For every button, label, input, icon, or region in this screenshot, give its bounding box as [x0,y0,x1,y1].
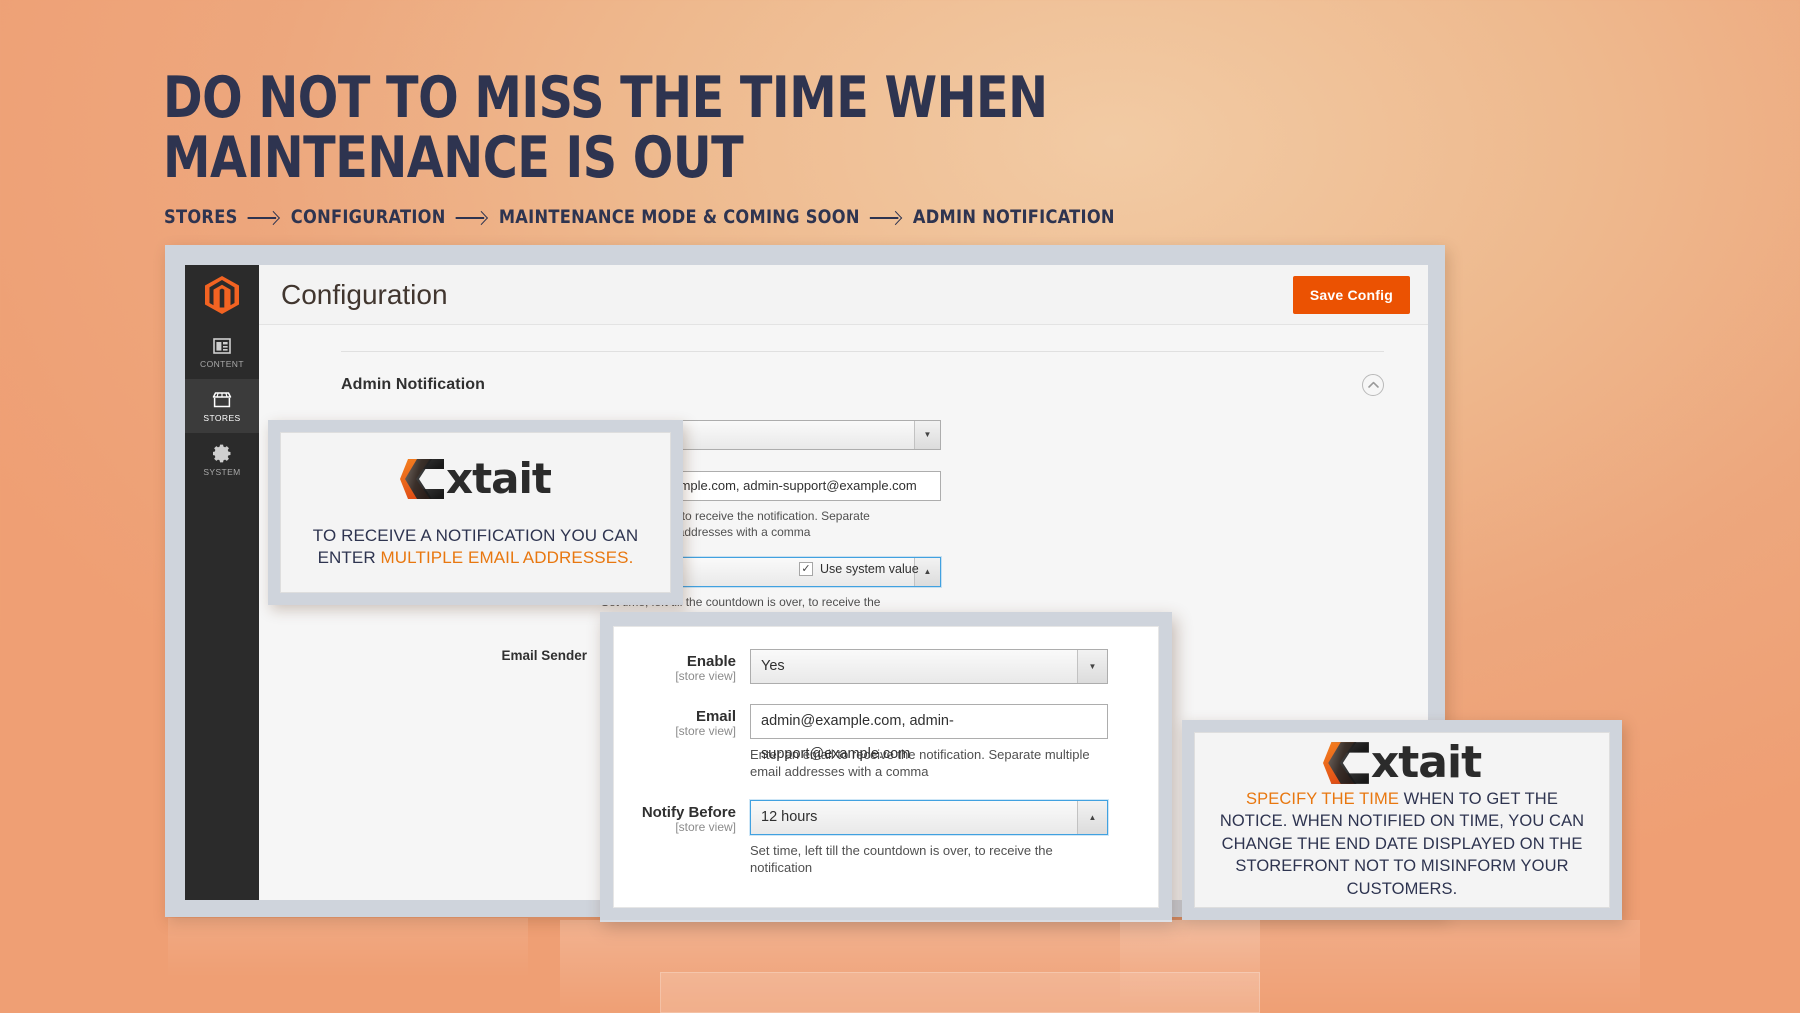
callout-text-highlight: MULTIPLE EMAIL ADDRESSES. [380,547,634,567]
label-text: Email Sender [501,648,587,663]
zoom-enable-select-value: Yes [761,658,785,674]
zoom-notify-before-select[interactable]: 12 hours ▲ [750,800,1108,835]
label-scope: [store view] [675,669,736,683]
stores-icon [211,390,233,410]
breadcrumb-item-admin-notification: ADMIN NOTIFICATION [912,206,1115,228]
arrow-right-icon [870,211,902,223]
zoom-field-wrap-notify-before: 12 hours ▲ Set time, left till the count… [750,800,1108,876]
callout-text-notify-time: SPECIFY THE TIME WHEN TO GET THE NOTICE.… [1211,788,1593,901]
chevron-down-icon[interactable]: ▼ [914,421,940,449]
chevron-down-icon[interactable]: ▼ [1077,650,1107,683]
headline-line-1: DO NOT TO MISS THE TIME WHEN [163,65,1048,131]
extait-logo: xtait [1322,736,1482,788]
section-header-admin-notification[interactable]: Admin Notification [341,351,1384,396]
extait-wordmark: xtait [1370,736,1482,788]
zoom-email-input[interactable]: admin@example.com, admin-support@example… [750,704,1108,762]
extait-mark-icon [1322,741,1369,784]
callout-text-highlight: SPECIFY THE TIME [1246,789,1399,808]
checkbox-checked-icon[interactable]: ✓ [799,562,813,576]
configuration-page-title: Configuration [281,278,448,310]
headline-line-2: MAINTENANCE IS OUT [163,125,744,191]
callout-card-email: xtait TO RECEIVE A NOTIFICATION YOU CAN … [268,420,683,605]
zoom-notify-before-value: 12 hours [761,809,818,825]
admin-topbar: Configuration Save Config [259,265,1428,325]
admin-sidebar: CONTENT STORES SYSTEM [185,265,259,900]
callout-inner: xtait TO RECEIVE A NOTIFICATION YOU CAN … [280,432,671,593]
section-title: Admin Notification [341,376,486,393]
use-system-value-notify-before[interactable]: ✓ Use system value [799,562,919,576]
sidebar-item-stores[interactable]: STORES [185,379,259,433]
chevron-up-icon[interactable]: ▲ [1077,801,1107,834]
zoom-form-row-enable: Enable [store view] Yes ▼ [620,649,1140,684]
callout-card-notify-time: xtait SPECIFY THE TIME WHEN TO GET THE N… [1182,720,1622,920]
zoomed-form-inner: Enable [store view] Yes ▼ Email [store v… [613,626,1159,908]
zoom-enable-select[interactable]: Yes ▼ [750,649,1108,684]
breadcrumb-item-configuration: CONFIGURATION [290,206,446,228]
zoom-field-label-enable: Enable [store view] [620,649,750,684]
label-scope: [store view] [675,724,736,738]
zoomed-form-area: Enable [store view] Yes ▼ Email [store v… [620,649,1140,876]
label-text: Enable [686,653,736,670]
save-config-button[interactable]: Save Config [1292,275,1410,314]
use-system-value-label: Use system value [820,562,919,576]
breadcrumb: STORES CONFIGURATION MAINTENANCE MODE & … [164,206,1115,228]
magento-logo-icon[interactable] [185,265,259,325]
zoom-form-row-email: Email [store view] admin@example.com, ad… [620,704,1140,780]
sidebar-item-label: STORES [203,412,241,423]
label-scope: [store view] [675,820,736,834]
arrow-right-icon [456,211,488,223]
label-text: Notify Before [641,804,736,821]
field-label-email-sender: Email Sender [439,643,601,673]
zoom-field-label-notify-before: Notify Before [store view] [620,800,750,876]
label-text: Email [695,708,736,725]
breadcrumb-item-stores: STORES [164,206,238,228]
callout-text-email: TO RECEIVE A NOTIFICATION YOU CAN ENTER … [297,525,654,569]
content-icon [211,336,233,356]
reflection-glow-right [1120,920,1640,1013]
zoom-form-row-notify-before: Notify Before [store view] 12 hours ▲ Se… [620,800,1140,876]
extait-mark-icon [400,458,444,499]
reflection-glow [560,920,1260,1013]
sidebar-item-content[interactable]: CONTENT [185,325,259,379]
chevron-up-circle-icon[interactable] [1362,374,1384,396]
reflection-glow-left [168,918,528,978]
sidebar-item-system[interactable]: SYSTEM [185,433,259,487]
breadcrumb-item-maintenance-mode: MAINTENANCE MODE & COMING SOON [498,206,860,228]
sidebar-item-label: SYSTEM [203,466,241,477]
arrow-right-icon [248,211,280,223]
zoom-field-wrap-enable: Yes ▼ [750,649,1108,684]
extait-logo: xtait [400,453,552,503]
sidebar-item-label: CONTENT [200,358,244,369]
callout-inner: xtait SPECIFY THE TIME WHEN TO GET THE N… [1194,732,1610,908]
zoom-notify-before-help-text: Set time, left till the countdown is ove… [750,843,1053,875]
reflection-box [660,972,1260,1013]
extait-wordmark: xtait [446,453,552,503]
zoomed-form-panel: Enable [store view] Yes ▼ Email [store v… [600,612,1172,922]
zoom-field-wrap-email: admin@example.com, admin-support@example… [750,704,1108,780]
page-title: DO NOT TO MISS THE TIME WHEN MAINTENANCE… [163,68,1093,188]
gear-icon [211,444,233,464]
zoom-field-label-email: Email [store view] [620,704,750,780]
